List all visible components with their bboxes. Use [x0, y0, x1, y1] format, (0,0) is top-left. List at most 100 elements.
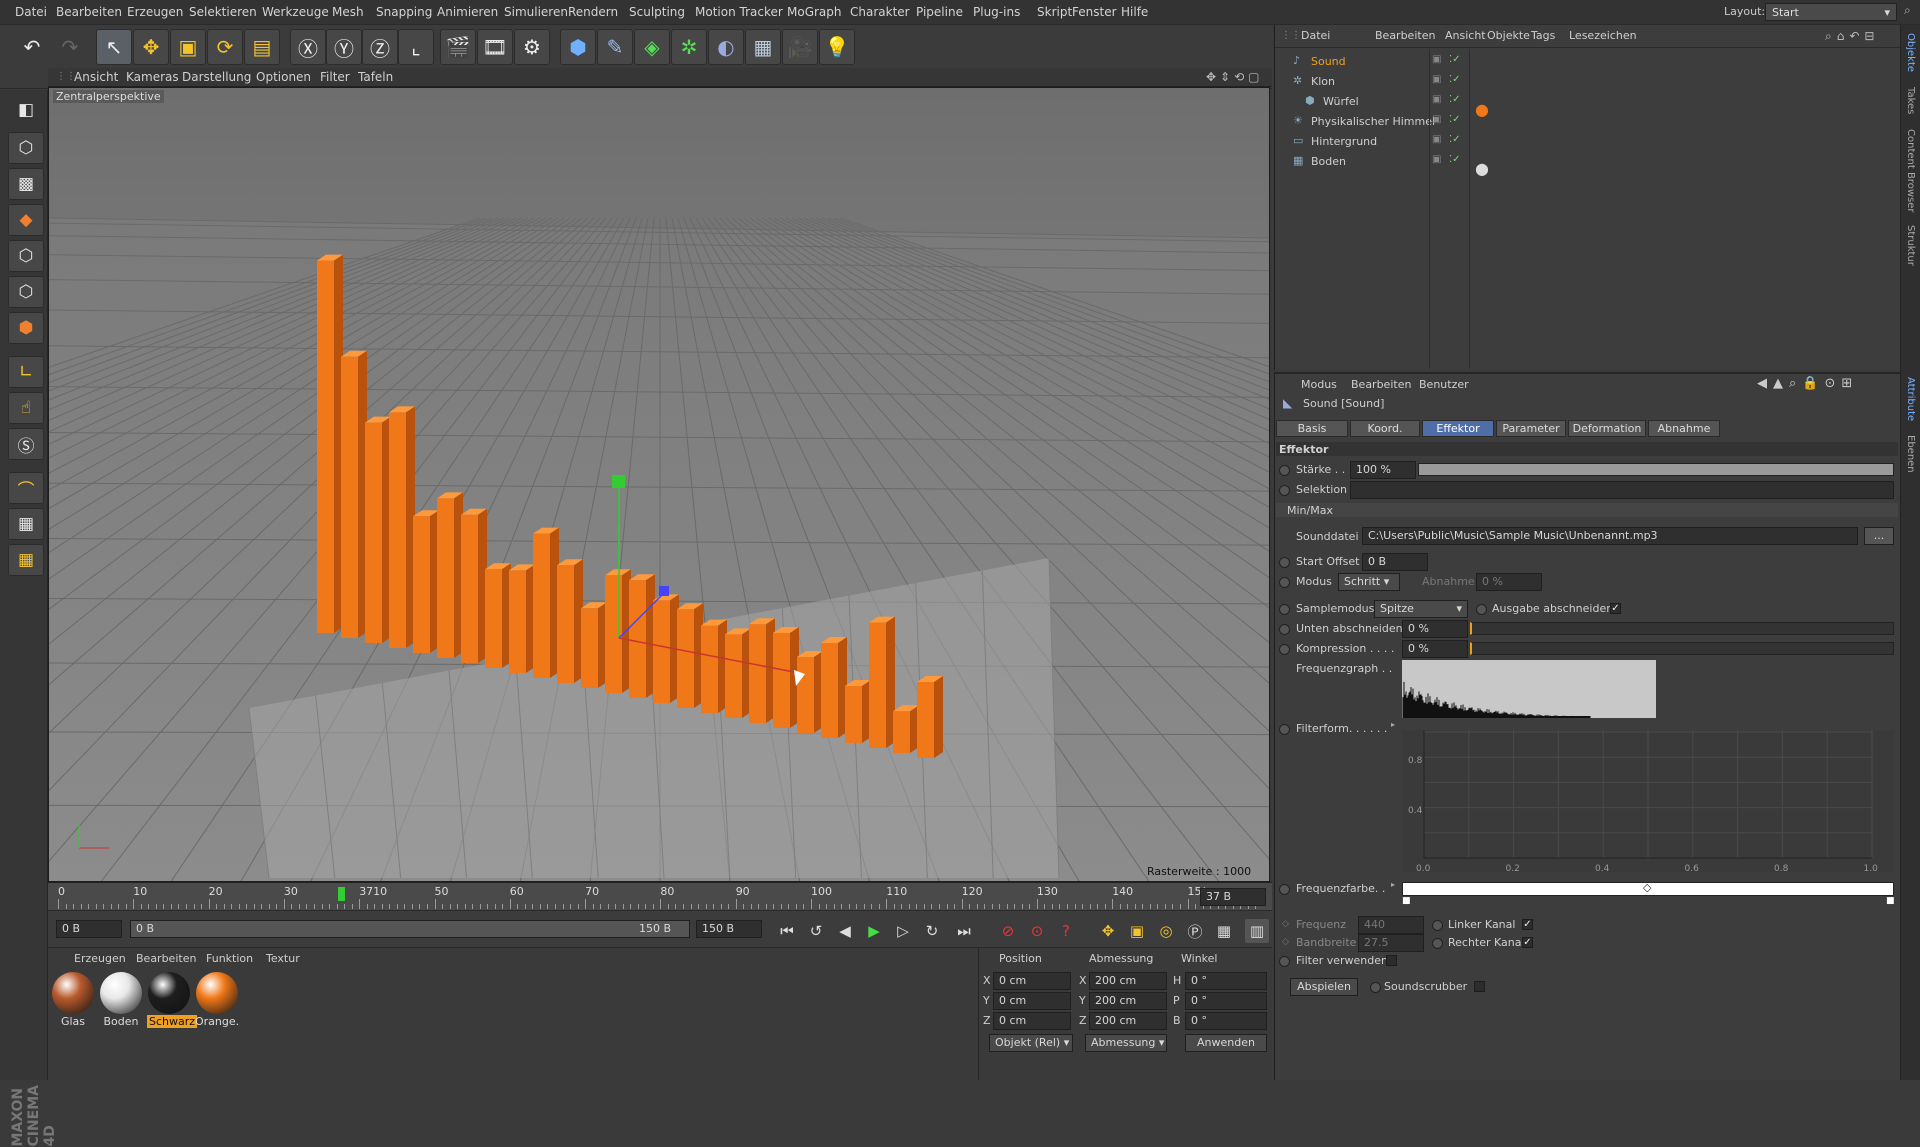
rechter-radio[interactable]	[1432, 938, 1443, 949]
side-tab-struktur[interactable]: Struktur	[1905, 225, 1916, 266]
prev-key-icon[interactable]: ↺	[804, 919, 828, 943]
timeline-ruler[interactable]: 0 10 20 30 3710 50 60 70 80 90 100 110 120 130 140 15( …	[48, 882, 1272, 910]
object-manager-menu-datei[interactable]: Datei	[1301, 29, 1330, 42]
menu-fenster[interactable]: Fenster	[1072, 5, 1117, 19]
material-swatch[interactable]: Boden	[99, 972, 143, 1028]
goto-start-icon[interactable]: ⏮	[775, 919, 799, 943]
tab-effektor[interactable]: Effektor	[1422, 420, 1494, 437]
timeline-window-icon[interactable]: ▥	[1245, 919, 1269, 943]
frequenzfarbe-radio[interactable]	[1279, 884, 1290, 895]
subdivision-icon[interactable]: ◈	[634, 29, 670, 65]
attribute-menu-bearbeiten[interactable]: Bearbeiten	[1351, 378, 1411, 391]
object-manager-menu-ansicht[interactable]: Ansicht	[1445, 29, 1486, 42]
search-icon[interactable]: ⌕	[1904, 3, 1911, 18]
dimension-x-field[interactable]: 200 cm	[1089, 972, 1167, 990]
start-offset-radio[interactable]	[1279, 557, 1290, 568]
unten-slider[interactable]	[1470, 622, 1894, 635]
cube-primitive-icon[interactable]: ⬢	[560, 29, 596, 65]
viewport-menu-filter[interactable]: Filter	[320, 70, 350, 84]
redo-icon[interactable]: ↷	[52, 29, 88, 65]
key-rotation-icon[interactable]: ◎	[1154, 919, 1178, 943]
mograph-cloner-icon[interactable]: ✲	[671, 29, 707, 65]
menu-rendern[interactable]: Rendern	[568, 5, 618, 19]
layer-icon[interactable]: ▣	[1432, 134, 1441, 145]
kompression-field[interactable]: 0 %	[1402, 640, 1468, 658]
menu-mesh[interactable]: Mesh	[332, 5, 364, 19]
expand-arrow-icon[interactable]: ▸	[1391, 720, 1395, 729]
make-editable-icon[interactable]: ◧	[8, 94, 44, 126]
object-row[interactable]: ☀ Physikalischer Himmel ▣ ⁚✓	[1275, 113, 1901, 131]
menu-erzeugen[interactable]: Erzeugen	[127, 5, 183, 19]
staerke-field[interactable]: 100 %	[1350, 461, 1416, 479]
material-tag-icon[interactable]: ●	[1475, 100, 1489, 119]
filter-curve-graph[interactable]	[1402, 730, 1894, 872]
play-icon[interactable]: ▶	[862, 919, 886, 943]
render-settings-icon[interactable]: ⚙	[514, 29, 550, 65]
tab-deformation[interactable]: Deformation	[1568, 420, 1646, 437]
object-row[interactable]: ♪ Sound ▣ ⁚✓	[1275, 53, 1901, 71]
linker-radio[interactable]	[1432, 920, 1443, 931]
coordinate-system-icon[interactable]: ⌞	[398, 29, 434, 65]
menu-mograph[interactable]: MoGraph	[787, 5, 842, 19]
points-mode-icon[interactable]: ⬡	[8, 240, 44, 272]
3d-viewport[interactable]: Zentralperspektive Rasterweite : 1000 cm	[48, 87, 1270, 882]
spline-pen-icon[interactable]: ✎	[597, 29, 633, 65]
key-pla-icon[interactable]: ▦	[1212, 919, 1236, 943]
camera-icon[interactable]: 🎥	[782, 29, 818, 65]
gradient-knot-icon[interactable]: ◇	[1643, 881, 1651, 894]
sounddatei-field[interactable]: C:\Users\Public\Music\Sample Music\Unben…	[1362, 527, 1858, 545]
edges-mode-icon[interactable]: ⬡	[8, 276, 44, 308]
browse-button[interactable]: ...	[1864, 527, 1894, 545]
filter-radio[interactable]	[1279, 956, 1290, 967]
y-axis-handle-cap[interactable]	[612, 475, 625, 488]
menu-pipeline[interactable]: Pipeline	[916, 5, 963, 19]
bandbreite-field[interactable]: 27.5	[1358, 934, 1424, 952]
deformer-icon[interactable]: ◐	[708, 29, 744, 65]
range-slider[interactable]: 0 B 150 B	[130, 920, 690, 938]
menu-simulieren[interactable]: Simulieren	[504, 5, 568, 19]
object-row[interactable]: ▭ Hintergrund ▣ ⁚✓	[1275, 133, 1901, 151]
viewport-menu-tafeln[interactable]: Tafeln	[358, 70, 393, 84]
object-manager-menu-objekte[interactable]: Objekte	[1487, 29, 1530, 42]
menu-motion-tracker[interactable]: Motion Tracker	[695, 5, 783, 19]
tab-basis[interactable]: Basis	[1276, 420, 1348, 437]
object-row[interactable]: ⬢ Würfel ▣ ⁚✓	[1275, 93, 1901, 111]
viewport-navigation-icons[interactable]: ✥⇕⟲▢	[1206, 70, 1264, 84]
menu-werkzeuge[interactable]: Werkzeuge	[262, 5, 329, 19]
samplemodus-select[interactable]: Spitze ▾	[1374, 600, 1468, 618]
menu-sculpting[interactable]: Sculpting	[629, 5, 685, 19]
object-row[interactable]: ✲ Klon ▣ ⁚✓	[1275, 73, 1901, 91]
tab-abnahme[interactable]: Abnahme	[1648, 420, 1720, 437]
side-tab-takes[interactable]: Takes	[1905, 87, 1916, 114]
workplane-mode-icon[interactable]: ◆	[8, 204, 44, 236]
linker-checkbox[interactable]: ✓	[1522, 919, 1533, 930]
menu-charakter[interactable]: Charakter	[850, 5, 910, 19]
axis-mode-icon[interactable]: ∟	[8, 356, 44, 388]
material-menu-erzeugen[interactable]: Erzeugen	[74, 952, 126, 965]
layer-icon[interactable]: ▣	[1432, 74, 1441, 85]
layer-icon[interactable]: ▣	[1432, 54, 1441, 65]
visibility-icon[interactable]: ⁚✓	[1449, 114, 1461, 125]
z-axis-handle-cap[interactable]	[659, 586, 669, 596]
frequenz-field[interactable]: 440	[1358, 916, 1424, 934]
object-manager-menu-tags[interactable]: Tags	[1531, 29, 1555, 42]
select-tool-icon[interactable]: ↖	[96, 29, 132, 65]
attribute-menu-modus[interactable]: Modus	[1301, 378, 1337, 391]
dimension-y-field[interactable]: 200 cm	[1089, 992, 1167, 1010]
y-axis-lock-icon[interactable]: Ⓨ	[326, 29, 362, 65]
render-picture-viewer-icon[interactable]: 🎞	[477, 29, 513, 65]
modus-radio[interactable]	[1279, 577, 1290, 588]
position-z-field[interactable]: 0 cm	[993, 1012, 1071, 1030]
ausgabe-checkbox[interactable]: ✓	[1610, 603, 1621, 614]
x-axis-lock-icon[interactable]: Ⓧ	[290, 29, 326, 65]
object-manager-menu-lesezeichen[interactable]: Lesezeichen	[1569, 29, 1637, 42]
menu-plug-ins[interactable]: Plug-ins	[973, 5, 1020, 19]
tab-parameter[interactable]: Parameter	[1496, 420, 1566, 437]
planar-workplane-icon[interactable]: ▦	[8, 544, 44, 576]
filterform-radio[interactable]	[1279, 724, 1290, 735]
floor-scene-icon[interactable]: ▦	[745, 29, 781, 65]
side-tab-ebenen[interactable]: Ebenen	[1905, 435, 1916, 473]
expand-arrow-icon[interactable]: ▸	[1391, 880, 1395, 889]
material-tag-icon[interactable]: ●	[1475, 159, 1489, 178]
position-y-field[interactable]: 0 cm	[993, 992, 1071, 1010]
